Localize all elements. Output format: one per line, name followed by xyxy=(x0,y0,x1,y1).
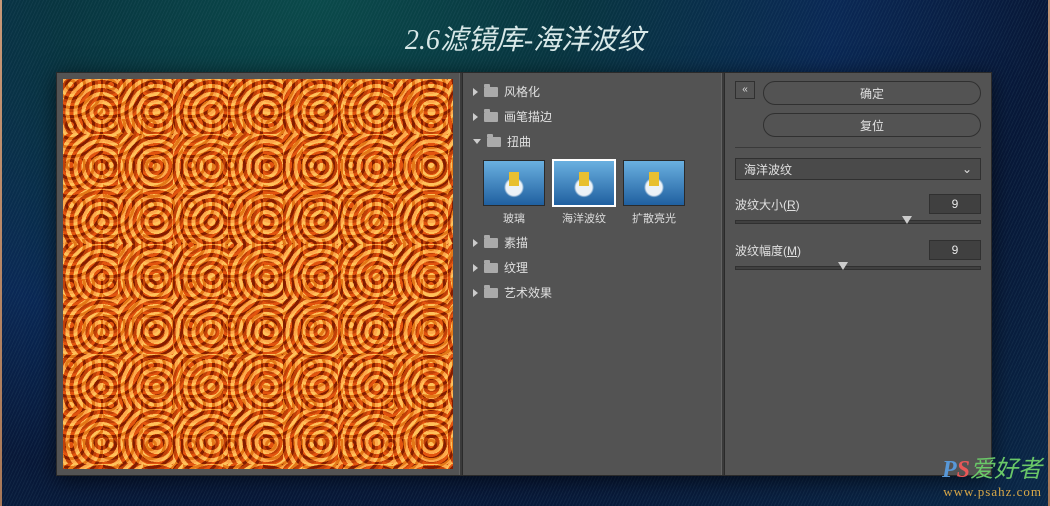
double-chevron-icon: « xyxy=(742,85,748,95)
dropdown-label: 海洋波纹 xyxy=(744,161,792,178)
category-pane: 风格化 画笔描边 扭曲 玻璃 海洋波纹 扩散亮光 xyxy=(463,73,721,475)
thumb-glass[interactable]: 玻璃 xyxy=(483,160,545,226)
category-brush-strokes[interactable]: 画笔描边 xyxy=(465,104,719,129)
category-label: 素描 xyxy=(504,234,528,251)
slider-thumb-icon[interactable] xyxy=(838,262,848,270)
category-sketch[interactable]: 素描 xyxy=(465,230,719,255)
chevron-right-icon xyxy=(473,88,478,96)
param-label: 波纹幅度(M) xyxy=(735,242,801,259)
thumbnail-row: 玻璃 海洋波纹 扩散亮光 xyxy=(465,154,719,230)
thumb-image xyxy=(553,160,615,206)
category-distort[interactable]: 扭曲 xyxy=(465,129,719,154)
watermark-line1: PS爱好者 xyxy=(942,449,1042,484)
ripple-size-slider[interactable] xyxy=(735,220,981,224)
folder-icon xyxy=(487,137,501,147)
reset-button[interactable]: 复位 xyxy=(763,113,981,137)
category-stylize[interactable]: 风格化 xyxy=(465,79,719,104)
chevron-right-icon xyxy=(473,113,478,121)
thumb-label: 扩散亮光 xyxy=(623,210,685,226)
divider xyxy=(735,147,981,148)
ok-button[interactable]: 确定 xyxy=(763,81,981,105)
category-label: 风格化 xyxy=(504,83,540,100)
thumb-ocean-ripple[interactable]: 海洋波纹 xyxy=(553,160,615,226)
chevron-down-icon xyxy=(473,139,481,144)
collapse-button[interactable]: « xyxy=(735,81,755,99)
settings-pane: « 确定 复位 海洋波纹 ⌄ 波纹大小(R) xyxy=(725,73,991,475)
folder-icon xyxy=(484,112,498,122)
folder-icon xyxy=(484,288,498,298)
param-label: 波纹大小(R) xyxy=(735,196,800,213)
preview-image xyxy=(63,79,453,469)
ripple-magnitude-input[interactable] xyxy=(929,240,981,260)
param-ripple-magnitude: 波纹幅度(M) xyxy=(735,240,981,272)
folder-icon xyxy=(484,263,498,273)
thumb-label: 玻璃 xyxy=(483,210,545,226)
thumb-diffuse-glow[interactable]: 扩散亮光 xyxy=(623,160,685,226)
category-artistic[interactable]: 艺术效果 xyxy=(465,280,719,305)
thumb-image xyxy=(623,160,685,206)
chevron-right-icon xyxy=(473,289,478,297)
thumb-label: 海洋波纹 xyxy=(553,210,615,226)
chevron-down-icon: ⌄ xyxy=(962,162,972,176)
chevron-right-icon xyxy=(473,239,478,247)
category-label: 画笔描边 xyxy=(504,108,552,125)
watermark: PS爱好者 www.psahz.com xyxy=(942,449,1042,500)
filter-gallery-dialog: 风格化 画笔描边 扭曲 玻璃 海洋波纹 扩散亮光 xyxy=(56,72,992,476)
folder-icon xyxy=(484,87,498,97)
folder-icon xyxy=(484,238,498,248)
ripple-size-input[interactable] xyxy=(929,194,981,214)
chevron-right-icon xyxy=(473,264,478,272)
category-label: 扭曲 xyxy=(507,133,531,150)
category-label: 纹理 xyxy=(504,259,528,276)
slider-thumb-icon[interactable] xyxy=(902,216,912,224)
category-texture[interactable]: 纹理 xyxy=(465,255,719,280)
page-title: 2.6滤镜库-海洋波纹 xyxy=(0,18,1050,58)
watermark-line2: www.psahz.com xyxy=(942,484,1042,500)
param-ripple-size: 波纹大小(R) xyxy=(735,194,981,226)
frame-left-edge xyxy=(0,0,2,506)
thumb-image xyxy=(483,160,545,206)
ripple-magnitude-slider[interactable] xyxy=(735,266,981,270)
filter-dropdown[interactable]: 海洋波纹 ⌄ xyxy=(735,158,981,180)
preview-pane xyxy=(57,73,459,475)
category-label: 艺术效果 xyxy=(504,284,552,301)
